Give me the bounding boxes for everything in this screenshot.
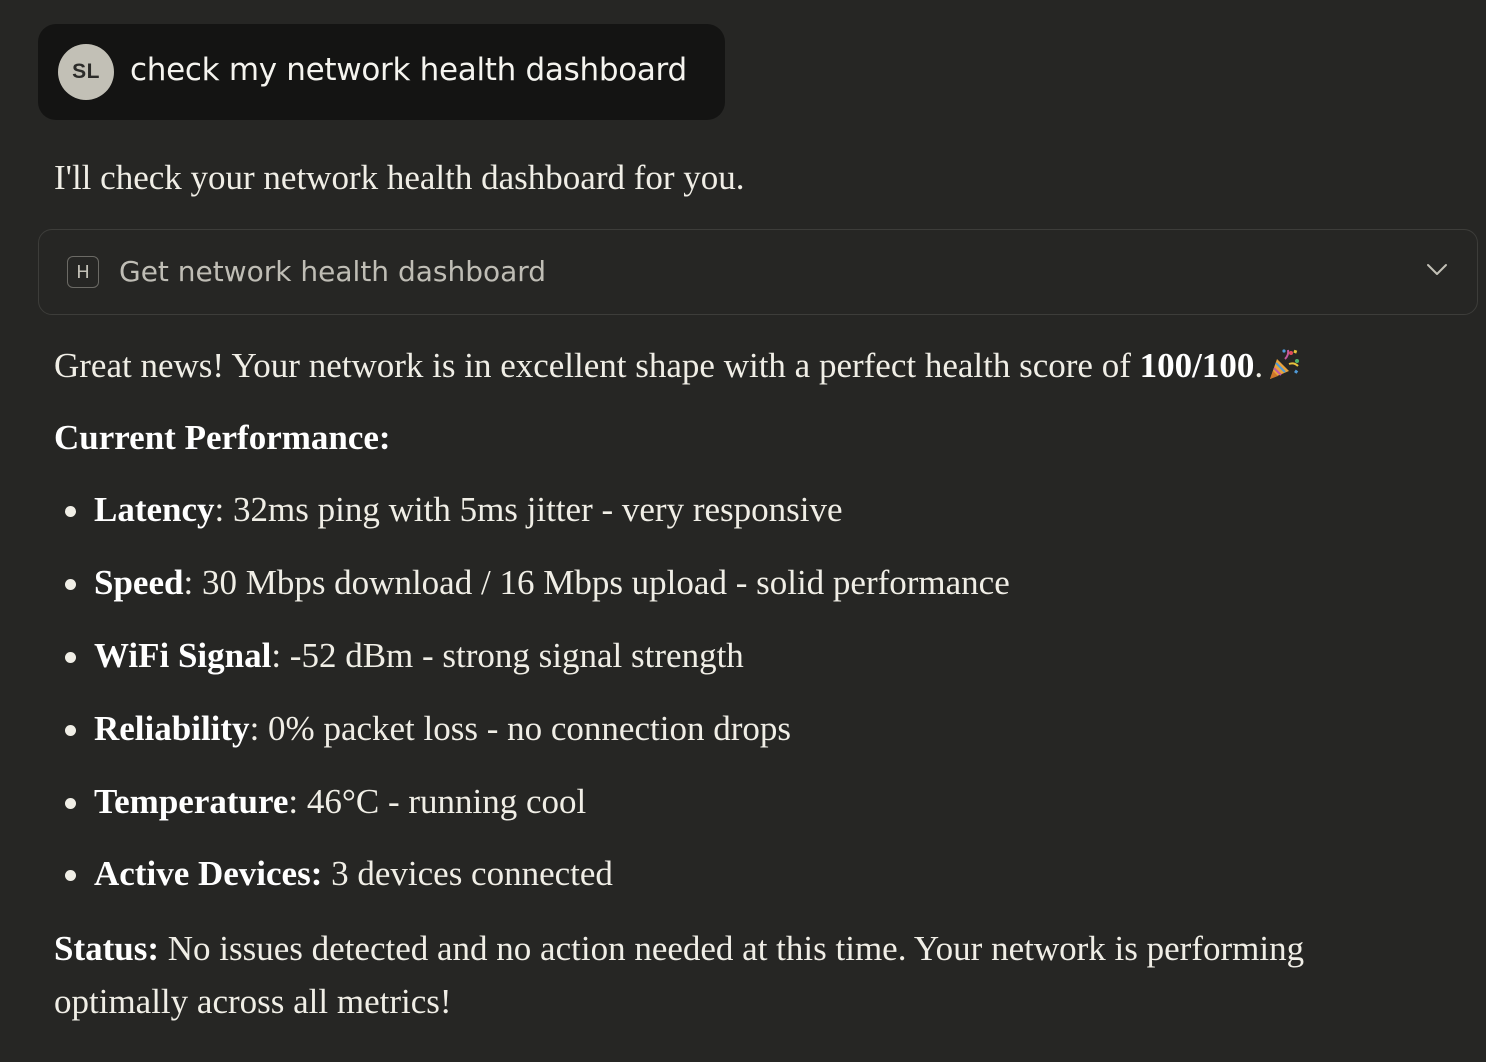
status-label: Status: — [54, 929, 160, 968]
status-text: No issues detected and no action needed … — [54, 929, 1305, 1021]
metric-label: Speed — [94, 563, 184, 602]
avatar[interactable]: SL — [58, 44, 114, 100]
user-message-text: check my network health dashboard — [130, 52, 687, 88]
bullet-icon — [65, 579, 76, 590]
user-message-bubble: SL check my network health dashboard — [38, 24, 725, 120]
bullet-icon — [65, 870, 76, 881]
metric-label: Active Devices: — [94, 854, 323, 893]
metric-value: : 30 Mbps download / 16 Mbps upload - so… — [183, 563, 1010, 602]
summary-paragraph: Great news! Your network is in excellent… — [54, 339, 1301, 392]
metric-value: : 46°C - running cool — [288, 782, 587, 821]
metric-value: : -52 dBm - strong signal strength — [271, 636, 744, 675]
metric-label: Reliability — [94, 709, 250, 748]
metric-label: Latency — [94, 490, 215, 529]
status-paragraph: Status: No issues detected and no action… — [54, 922, 1384, 1028]
metric-label: WiFi Signal — [94, 636, 272, 675]
metric-value: : 0% packet loss - no connection drops — [249, 709, 791, 748]
assistant-intro-text: I'll check your network health dashboard… — [54, 158, 745, 197]
metric-value: 3 devices connected — [322, 854, 613, 893]
metric-value: : 32ms ping with 5ms jitter - very respo… — [214, 490, 843, 529]
metric-label: Temperature — [94, 782, 289, 821]
tool-call-card[interactable]: H Get network health dashboard — [38, 229, 1478, 315]
tool-h-icon: H — [67, 256, 99, 288]
party-popper-icon — [1270, 349, 1300, 379]
bullet-icon — [65, 725, 76, 736]
bullet-icon — [65, 798, 76, 809]
tool-call-label: Get network health dashboard — [119, 255, 547, 288]
bullet-icon — [65, 506, 76, 517]
summary-prefix: Great news! Your network is in excellent… — [54, 346, 1140, 385]
bullet-icon — [65, 652, 76, 663]
summary-suffix: . — [1254, 346, 1264, 385]
section-heading: Current Performance: — [54, 418, 391, 457]
chevron-down-icon[interactable] — [1425, 258, 1449, 282]
health-score: 100/100 — [1139, 346, 1255, 385]
